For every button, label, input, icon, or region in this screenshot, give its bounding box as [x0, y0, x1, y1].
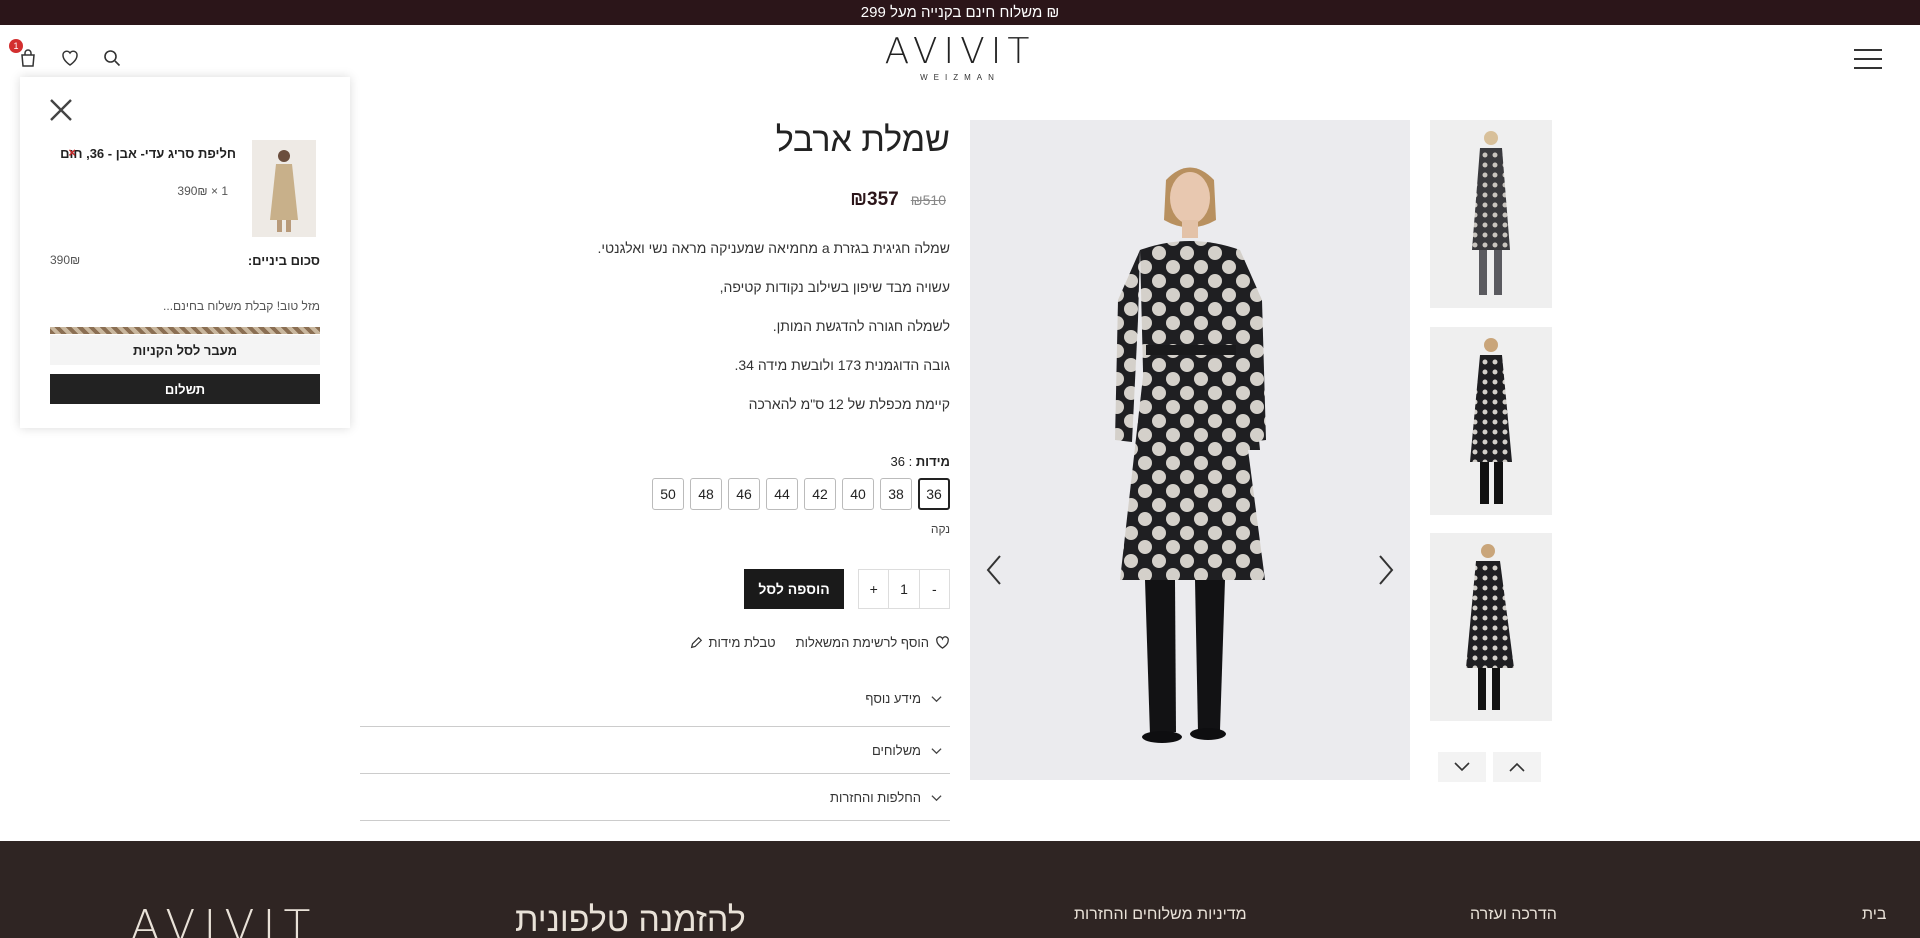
wishlist-label: הוסף לרשימת המשאלות — [795, 635, 929, 650]
size-option[interactable]: 44 — [766, 478, 798, 510]
thumbnails-scroll-up-button[interactable] — [1493, 752, 1541, 782]
product-prices: ₪510 ₪357 — [850, 189, 946, 211]
size-option[interactable]: 50 — [652, 478, 684, 510]
footer-heading-help: הדרכה ועזרה — [1470, 906, 1557, 923]
footer-logo: AVIVIT — [130, 901, 319, 938]
quantity-stepper: - 1 + — [858, 569, 950, 609]
selected-size: : 36 — [890, 454, 913, 469]
chevron-up-icon — [1509, 762, 1525, 772]
free-shipping-message: מזל טוב! קבלת משלוח בחינם... — [163, 299, 320, 313]
subtotal-value: 390₪ — [50, 253, 81, 267]
header-icons: 1 — [9, 39, 122, 68]
accordion-item-shipping[interactable]: משלוחים — [360, 727, 950, 774]
clear-selection-link[interactable]: נקה — [931, 522, 950, 536]
mini-cart-item-qty: 1 × 390₪ — [177, 184, 228, 198]
wishlist-link[interactable]: הוסף לרשימת המשאלות — [796, 635, 950, 650]
subtotal-label: סכום ביניים: — [247, 253, 320, 268]
announcement-text: משלוח חינם בקנייה מעל 299 ₪ — [860, 4, 1060, 21]
logo-subtitle: WEIZMAN — [920, 73, 1000, 82]
size-chart-label: טבלת מידות — [708, 635, 776, 650]
search-icon[interactable] — [102, 48, 122, 68]
product-thumbnail[interactable] — [1430, 533, 1552, 721]
size-chart-link[interactable]: טבלת מידות — [689, 635, 776, 650]
accordion-label: מידע נוסף — [865, 691, 921, 706]
description-line: קיימת מכפלת של 12 ס"מ להארכה — [748, 396, 950, 412]
product-main-image[interactable] — [970, 120, 1410, 780]
size-option[interactable]: 36 — [918, 478, 950, 510]
size-option[interactable]: 46 — [728, 478, 760, 510]
mini-cart-subtotal: סכום ביניים: 390₪ — [50, 253, 320, 268]
accordion-item-returns[interactable]: החלפות והחזרות — [360, 774, 950, 821]
qty-decrease-button[interactable]: - — [920, 570, 949, 608]
description-line: גובה הדוגמנית 173 ולובשת מידה 34. — [734, 357, 950, 373]
add-to-cart-button[interactable]: הוספה לסל — [744, 569, 844, 609]
size-option[interactable]: 48 — [690, 478, 722, 510]
prev-image-arrow[interactable] — [982, 550, 1006, 590]
site-logo[interactable]: AVIVIT WEIZMAN — [884, 31, 1036, 83]
mini-cart-item: חליפת סריג עדי- אבן - 36, חום × 1 × 390₪ — [46, 140, 316, 240]
mini-cart-popup: חליפת סריג עדי- אבן - 36, חום × 1 × 390₪… — [20, 77, 350, 428]
accordion-item-more-info[interactable]: מידע נוסף — [360, 671, 950, 727]
next-image-arrow[interactable] — [1374, 550, 1398, 590]
chevron-down-icon — [931, 747, 942, 754]
chevron-down-icon — [931, 794, 942, 801]
close-icon[interactable] — [48, 97, 74, 123]
heart-icon — [936, 636, 949, 649]
checkout-button[interactable]: תשלום — [50, 374, 320, 404]
view-cart-button[interactable]: מעבר לסל הקניות — [50, 335, 320, 365]
footer-heading-phone-orders: להזמנה טלפונית — [515, 901, 746, 938]
product-thumbnail[interactable] — [1430, 120, 1552, 308]
free-shipping-progress-bar — [50, 327, 320, 334]
product-title: שמלת ארבל — [775, 121, 950, 159]
heart-icon[interactable] — [60, 48, 80, 68]
chevron-down-icon — [931, 696, 942, 703]
accordion-label: החלפות והחזרות — [830, 789, 921, 805]
qty-increase-button[interactable]: + — [859, 570, 888, 608]
footer-heading-policy: מדיניות משלוחים והחזרות — [1074, 906, 1247, 923]
mini-cart-item-thumbnail[interactable] — [252, 140, 316, 237]
size-selector: 36 38 40 42 44 46 48 50 — [652, 478, 950, 510]
sizes-label-text: מידות — [915, 454, 950, 469]
mini-cart-item-name[interactable]: חליפת סריג עדי- אבן - 36, חום — [60, 146, 236, 161]
qty-input[interactable]: 1 — [888, 570, 920, 608]
footer-heading-home: בית — [1862, 906, 1887, 923]
product-links: הוסף לרשימת המשאלות טבלת מידות — [689, 635, 950, 650]
logo-wordmark: AVIVIT — [884, 31, 1036, 72]
product-thumbnail[interactable] — [1430, 327, 1552, 515]
product-accordion: מידע נוסף משלוחים החלפות והחזרות — [360, 671, 950, 821]
cart-icon[interactable]: 1 — [9, 39, 38, 68]
size-option[interactable]: 40 — [842, 478, 874, 510]
price-original: ₪510 — [910, 192, 946, 208]
product-photo — [970, 120, 1410, 780]
product-description: שמלה חגיגית בגזרת a מחמיאה שמעניקה מראה … — [597, 239, 950, 434]
menu-icon[interactable] — [1854, 49, 1882, 69]
size-option[interactable]: 38 — [880, 478, 912, 510]
thumbnails-scroll-down-button[interactable] — [1438, 752, 1486, 782]
sizes-label: מידות : 36 — [890, 454, 950, 469]
price-sale: ₪357 — [850, 189, 899, 210]
remove-item-button[interactable]: × — [68, 145, 76, 160]
announcement-bar: משלוח חינם בקנייה מעל 299 ₪ — [0, 0, 1920, 25]
description-line: שמלה חגיגית בגזרת a מחמיאה שמעניקה מראה … — [597, 240, 950, 256]
size-option[interactable]: 42 — [804, 478, 836, 510]
chevron-down-icon — [1454, 762, 1470, 772]
cart-count-badge: 1 — [9, 39, 23, 53]
description-line: לשמלה חגורה להדגשת המותן. — [772, 318, 950, 334]
description-line: עשויה מבד שיפון בשילוב נקודות קטיפה, — [719, 279, 950, 295]
site-footer: AVIVIT להזמנה טלפונית מדיניות משלוחים וה… — [0, 841, 1920, 938]
accordion-label: משלוחים — [871, 742, 921, 758]
pencil-icon — [690, 636, 702, 648]
